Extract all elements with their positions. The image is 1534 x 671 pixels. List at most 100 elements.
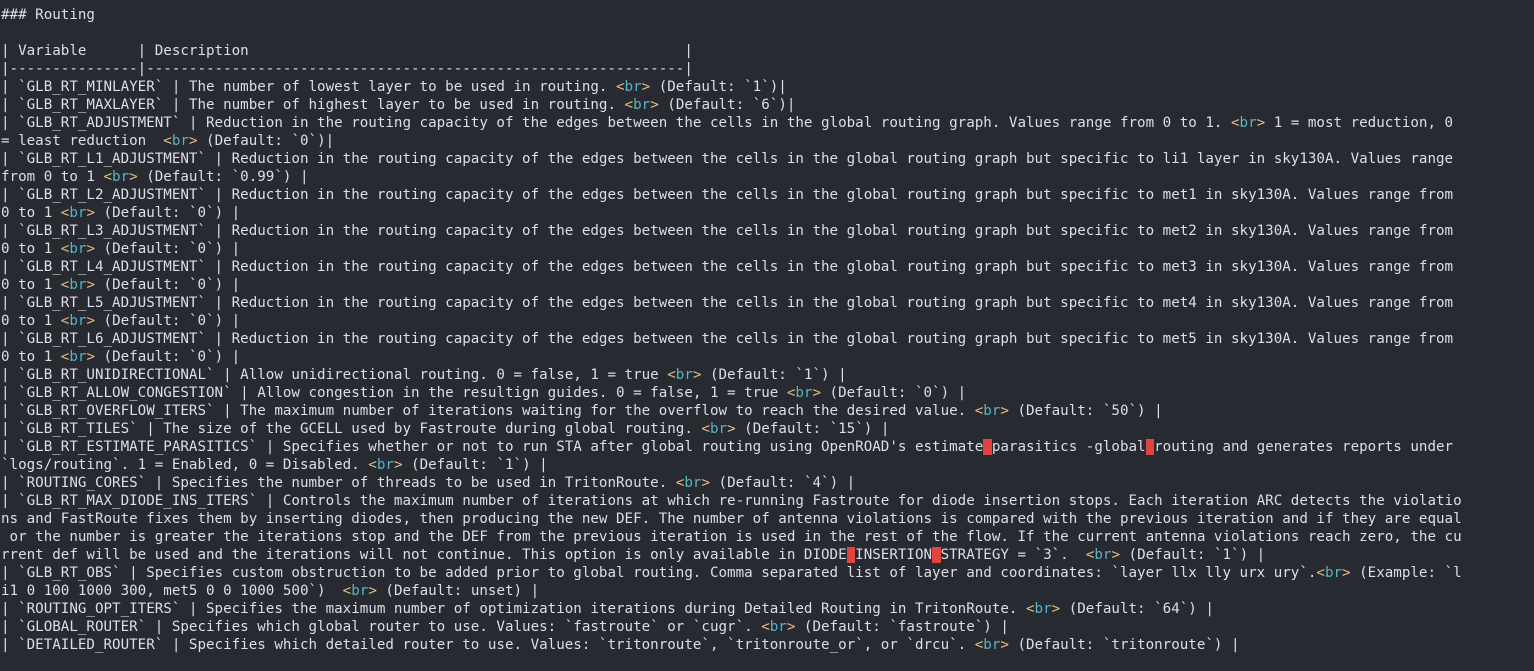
text-segment: | `GLOBAL_ROUTER` | Specifies which glob…: [1, 619, 762, 635]
br-tag: <br>: [667, 367, 702, 383]
text-segment: or the number is greater the iterations …: [1, 529, 1462, 545]
text-line: | `DETAILED_ROUTER` | Specifies which de…: [1, 636, 1534, 654]
text-line: | `GLB_RT_MAXLAYER` | The number of high…: [1, 96, 1534, 114]
text-segment: `logs/routing`. 1 = Enabled, 0 = Disable…: [1, 457, 369, 473]
text-segment: | Variable | Description |: [1, 43, 693, 59]
text-segment: | `GLB_RT_TILES` | The size of the GCELL…: [1, 421, 702, 437]
text-segment: (Default: `4`) |: [709, 475, 856, 491]
text-segment: | `GLB_RT_UNIDIRECTIONAL` | Allow unidir…: [1, 367, 668, 383]
text-segment: 0 to 1: [1, 313, 61, 329]
text-line: 0 to 1 <br> (Default: `0`) |: [1, 204, 1534, 222]
text-segment: |---------------|-----------------------…: [1, 61, 693, 77]
text-segment: 1 = most reduction, 0: [1265, 115, 1454, 131]
text-line: | `GLB_RT_L4_ADJUSTMENT` | Reduction in …: [1, 258, 1534, 276]
text-segment: ns and FastRoute fixes them by inserting…: [1, 511, 1462, 527]
text-line: | `GLB_RT_MINLAYER` | The number of lowe…: [1, 78, 1534, 96]
text-line: | `GLB_RT_L6_ADJUSTMENT` | Reduction in …: [1, 330, 1534, 348]
br-tag: <br>: [761, 619, 796, 635]
text-segment: STRATEGY = `3`.: [940, 547, 1086, 563]
br-tag: <br>: [163, 133, 198, 149]
text-segment: | `GLB_RT_ADJUSTMENT` | Reduction in the…: [1, 115, 1231, 131]
br-tag: <br>: [60, 313, 95, 329]
text-segment: | `DETAILED_ROUTER` | Specifies which de…: [1, 637, 975, 653]
br-tag: <br>: [60, 241, 95, 257]
text-segment: | `GLB_RT_OBS` | Specifies custom obstru…: [1, 565, 1317, 581]
text-segment: (Default: `0`)|: [197, 133, 335, 149]
underscore-highlight: _: [1145, 439, 1155, 455]
text-line: `logs/routing`. 1 = Enabled, 0 = Disable…: [1, 456, 1534, 474]
text-segment: | `ROUTING_CORES` | Specifies the number…: [1, 475, 676, 491]
br-tag: <br>: [1085, 547, 1120, 563]
text-segment: (Default: `tritonroute`) |: [1008, 637, 1240, 653]
text-segment: 0 to 1: [1, 241, 61, 257]
text-line: | `GLB_RT_L2_ADJUSTMENT` | Reduction in …: [1, 186, 1534, 204]
text-line: ns and FastRoute fixes them by inserting…: [1, 510, 1534, 528]
text-line: 0 to 1 <br> (Default: `0`) |: [1, 312, 1534, 330]
text-segment: (Default: `1`)|: [650, 79, 787, 95]
text-segment: ### Routing: [1, 7, 95, 23]
text-line: | `GLB_RT_UNIDIRECTIONAL` | Allow unidir…: [1, 366, 1534, 384]
br-tag: <br>: [624, 97, 659, 113]
text-segment: | `GLB_RT_L1_ADJUSTMENT` | Reduction in …: [1, 151, 1454, 167]
text-segment: (Example: `l: [1350, 565, 1462, 581]
text-line: | `GLB_RT_L3_ADJUSTMENT` | Reduction in …: [1, 222, 1534, 240]
text-line: or the number is greater the iterations …: [1, 528, 1534, 546]
text-segment: (Default: `6`)|: [658, 97, 796, 113]
text-segment: (Default: `0`) |: [94, 349, 241, 365]
br-tag: <br>: [368, 457, 403, 473]
br-tag: <br>: [701, 421, 736, 437]
text-segment: (Default: `0`) |: [94, 277, 241, 293]
text-segment: | `ROUTING_OPT_ITERS` | Specifies the ma…: [1, 601, 1026, 617]
text-segment: (Default: `64`) |: [1060, 601, 1214, 617]
text-line: = least reduction <br> (Default: `0`)|: [1, 132, 1534, 150]
text-line: | Variable | Description |: [1, 42, 1534, 60]
text-line: | `GLB_RT_ADJUSTMENT` | Reduction in the…: [1, 114, 1534, 132]
text-line: | `GLOBAL_ROUTER` | Specifies which glob…: [1, 618, 1534, 636]
terminal-text-area[interactable]: ### Routing | Variable | Description | |--…: [0, 0, 1534, 671]
text-segment: (Default: unset) |: [376, 583, 540, 599]
br-tag: <br>: [1026, 601, 1061, 617]
text-segment: (Default: `0`) |: [94, 313, 241, 329]
text-line: from 0 to 1 <br> (Default: `0.99`) |: [1, 168, 1534, 186]
text-segment: 0 to 1: [1, 349, 61, 365]
text-line: 0 to 1 <br> (Default: `0`) |: [1, 276, 1534, 294]
text-segment: | `GLB_RT_L5_ADJUSTMENT` | Reduction in …: [1, 295, 1454, 311]
br-tag: <br>: [786, 385, 822, 401]
text-line: | `GLB_RT_ALLOW_CONGESTION` | Allow cong…: [1, 384, 1534, 402]
text-segment: (Default: `1`) |: [701, 367, 847, 383]
text-segment: INSERTION: [855, 547, 933, 563]
br-tag: <br>: [60, 349, 95, 365]
text-segment: | `GLB_RT_ESTIMATE_PARASITICS` | Specifi…: [1, 439, 984, 455]
text-segment: | `GLB_RT_L3_ADJUSTMENT` | Reduction in …: [1, 223, 1454, 239]
text-line: | `ROUTING_CORES` | Specifies the number…: [1, 474, 1534, 492]
br-tag: <br>: [974, 637, 1009, 653]
text-segment: routing and generates reports under: [1154, 439, 1454, 455]
text-segment: | `GLB_RT_L2_ADJUSTMENT` | Reduction in …: [1, 187, 1454, 203]
text-line: ### Routing: [1, 6, 1534, 24]
br-tag: <br>: [103, 169, 138, 185]
text-line: 0 to 1 <br> (Default: `0`) |: [1, 240, 1534, 258]
text-segment: (Default: `fastroute`) |: [795, 619, 1009, 635]
br-tag: <br>: [616, 79, 651, 95]
text-line: [1, 24, 1534, 42]
underscore-highlight: _: [983, 439, 992, 455]
text-segment: (Default: `0`) |: [94, 205, 241, 221]
underscore-highlight: _: [932, 547, 941, 563]
text-line: | `GLB_RT_L5_ADJUSTMENT` | Reduction in …: [1, 294, 1534, 312]
text-line: | `GLB_RT_MAX_DIODE_INS_ITERS` | Control…: [1, 492, 1534, 510]
text-segment: (Default: `1`) |: [402, 457, 548, 473]
text-segment: = least reduction: [1, 133, 164, 149]
text-segment: rrent def will be used and the iteration…: [1, 547, 847, 563]
text-segment: | `GLB_RT_L6_ADJUSTMENT` | Reduction in …: [1, 331, 1454, 347]
br-tag: <br>: [1316, 565, 1351, 581]
text-line: | `GLB_RT_OVERFLOW_ITERS` | The maximum …: [1, 402, 1534, 420]
text-segment: (Default: `0`) |: [821, 385, 967, 401]
text-line: | `GLB_RT_OBS` | Specifies custom obstru…: [1, 564, 1534, 582]
text-segment: 0 to 1: [1, 277, 61, 293]
text-line: | `ROUTING_OPT_ITERS` | Specifies the ma…: [1, 600, 1534, 618]
text-segment: (Default: `50`) |: [1008, 403, 1163, 419]
underscore-highlight: _: [846, 547, 856, 563]
text-segment: | `GLB_RT_ALLOW_CONGESTION` | Allow cong…: [1, 385, 787, 401]
text-segment: | `GLB_RT_OVERFLOW_ITERS` | The maximum …: [1, 403, 975, 419]
text-segment: | `GLB_RT_MAXLAYER` | The number of high…: [1, 97, 625, 113]
